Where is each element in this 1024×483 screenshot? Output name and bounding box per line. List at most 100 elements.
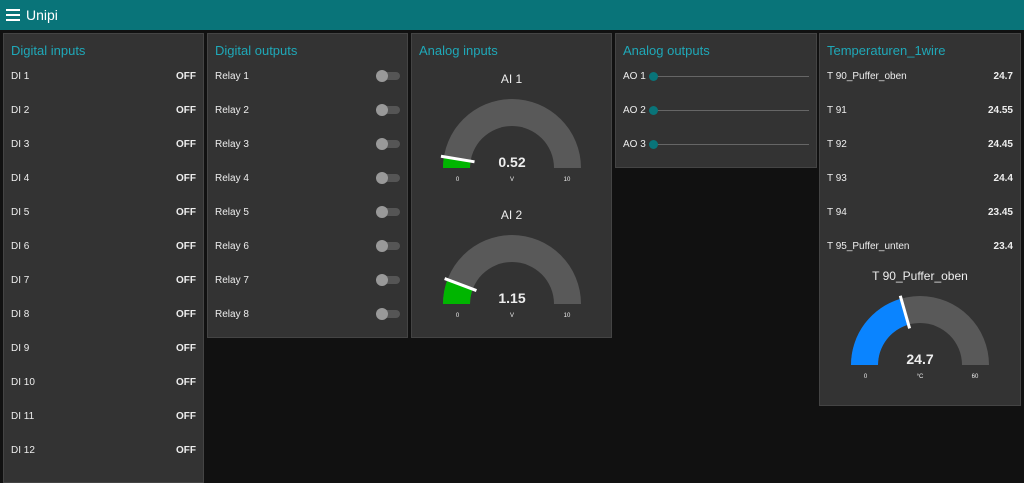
relay-row: Relay 6 — [208, 229, 407, 263]
item-label: DI 6 — [11, 240, 30, 252]
relay-toggle[interactable] — [376, 308, 400, 320]
relay-row: Relay 1 — [208, 59, 407, 93]
digital-input-row: DI 1 OFF — [4, 59, 203, 93]
gauge-max: 60 — [972, 374, 979, 380]
item-value: OFF — [176, 240, 196, 252]
temperature-row: T 91 24.55 — [820, 93, 1020, 127]
item-label: Relay 8 — [215, 308, 249, 320]
gauge-title: AI 1 — [500, 72, 523, 86]
gauge-value: 1.15 — [498, 290, 525, 306]
item-label: T 94 — [827, 206, 847, 218]
analog-inputs-panel: Analog inputs AI 1 0.52 V 0 10 AI 2 1.15 V 0 10 — [411, 33, 612, 338]
relay-toggle[interactable] — [376, 104, 400, 116]
relay-toggle[interactable] — [376, 138, 400, 150]
gauge-min: 0 — [864, 374, 868, 380]
item-label: DI 9 — [11, 342, 30, 354]
digital-outputs-panel: Digital outputs Relay 1 Relay 2 Relay 3 Rel… — [207, 33, 408, 338]
item-value: OFF — [176, 410, 196, 422]
relay-row: Relay 5 — [208, 195, 407, 229]
gauge-value: 24.7 — [906, 351, 933, 367]
analog-output-slider[interactable] — [648, 71, 809, 81]
gauge-min: 0 — [455, 177, 459, 183]
gauge: 0.52 V 0 10 — [440, 99, 581, 183]
gauge: 1.15 V 0 10 — [442, 235, 581, 319]
item-label: Relay 6 — [215, 240, 249, 252]
item-label: T 92 — [827, 138, 847, 150]
analog-outputs-panel: Analog outputs AO 1 AO 2 AO 3 — [615, 33, 817, 168]
analog-output-row: AO 2 — [616, 93, 816, 127]
gauge-value: 0.52 — [498, 154, 525, 170]
digital-input-row: DI 5 OFF — [4, 195, 203, 229]
digital-input-row: DI 6 OFF — [4, 229, 203, 263]
analog-output-slider[interactable] — [648, 105, 809, 115]
relay-toggle[interactable] — [376, 70, 400, 82]
item-label: DI 3 — [11, 138, 30, 150]
item-value: OFF — [176, 444, 196, 456]
relay-toggle[interactable] — [376, 172, 400, 184]
item-label: T 91 — [827, 104, 847, 116]
item-value: OFF — [176, 206, 196, 218]
digital-input-row: DI 11 OFF — [4, 399, 203, 433]
analog-output-row: AO 1 — [616, 59, 816, 93]
item-value: OFF — [176, 274, 196, 286]
temperature-row: T 93 24.4 — [820, 161, 1020, 195]
relay-toggle[interactable] — [376, 206, 400, 218]
item-value: 24.55 — [987, 104, 1013, 116]
relay-toggle[interactable] — [376, 240, 400, 252]
item-value: OFF — [176, 342, 196, 354]
panel-title: Analog outputs — [623, 43, 710, 58]
item-label: DI 11 — [11, 410, 35, 422]
temperature-row: T 92 24.45 — [820, 127, 1020, 161]
temperature-row: T 94 23.45 — [820, 195, 1020, 229]
gauge-fill — [851, 298, 909, 365]
relay-row: Relay 3 — [208, 127, 407, 161]
item-label: T 90_Puffer_oben — [827, 70, 907, 82]
item-label: DI 2 — [11, 104, 30, 116]
gauge-unit: V — [509, 313, 513, 319]
item-label: Relay 3 — [215, 138, 249, 150]
item-label: Relay 5 — [215, 206, 249, 218]
digital-input-row: DI 12 OFF — [4, 433, 203, 467]
temperature-row: T 95_Puffer_unten 23.4 — [820, 229, 1020, 263]
item-label: DI 5 — [11, 206, 30, 218]
digital-inputs-panel: Digital inputs DI 1 OFF DI 2 OFF DI 3 OFF DI 4… — [3, 33, 204, 483]
relay-toggle[interactable] — [376, 274, 400, 286]
item-label: DI 12 — [11, 444, 35, 456]
item-value: OFF — [176, 138, 196, 150]
gauge: 24.7 °C 0 60 — [851, 295, 989, 380]
panel-title: Temperaturen_1wire — [827, 43, 946, 58]
gauge-unit: V — [509, 177, 513, 183]
gauge-min: 0 — [455, 313, 459, 319]
item-label: Relay 4 — [215, 172, 249, 184]
gauge-title: T 90_Puffer_oben — [872, 269, 968, 283]
menu-icon[interactable] — [6, 9, 20, 21]
gauge-max: 10 — [563, 177, 570, 183]
item-value: 24.7 — [993, 70, 1013, 82]
item-value: 23.45 — [987, 206, 1013, 218]
gauge-max: 10 — [563, 313, 570, 319]
relay-row: Relay 8 — [208, 297, 407, 331]
gauge-unit: °C — [917, 374, 924, 380]
analog-output-slider[interactable] — [648, 139, 809, 149]
top-bar: Unipi — [0, 0, 1024, 30]
panel-title: Digital inputs — [11, 43, 86, 58]
digital-input-row: DI 9 OFF — [4, 331, 203, 365]
digital-input-row: DI 10 OFF — [4, 365, 203, 399]
item-label: DI 10 — [11, 376, 35, 388]
gauge-title: AI 2 — [500, 208, 523, 222]
item-value: 24.4 — [993, 172, 1013, 184]
item-label: Relay 2 — [215, 104, 249, 116]
digital-input-row: DI 4 OFF — [4, 161, 203, 195]
item-label: AO 3 — [623, 138, 646, 150]
item-value: OFF — [176, 308, 196, 320]
item-label: DI 8 — [11, 308, 30, 320]
digital-input-row: DI 3 OFF — [4, 127, 203, 161]
item-value: 24.45 — [987, 138, 1013, 150]
item-label: Relay 7 — [215, 274, 249, 286]
item-label: T 95_Puffer_unten — [827, 240, 910, 252]
item-label: AO 1 — [623, 70, 646, 82]
analog-output-row: AO 3 — [616, 127, 816, 161]
panel-title: Analog inputs — [419, 43, 498, 58]
relay-row: Relay 7 — [208, 263, 407, 297]
item-value: OFF — [176, 104, 196, 116]
